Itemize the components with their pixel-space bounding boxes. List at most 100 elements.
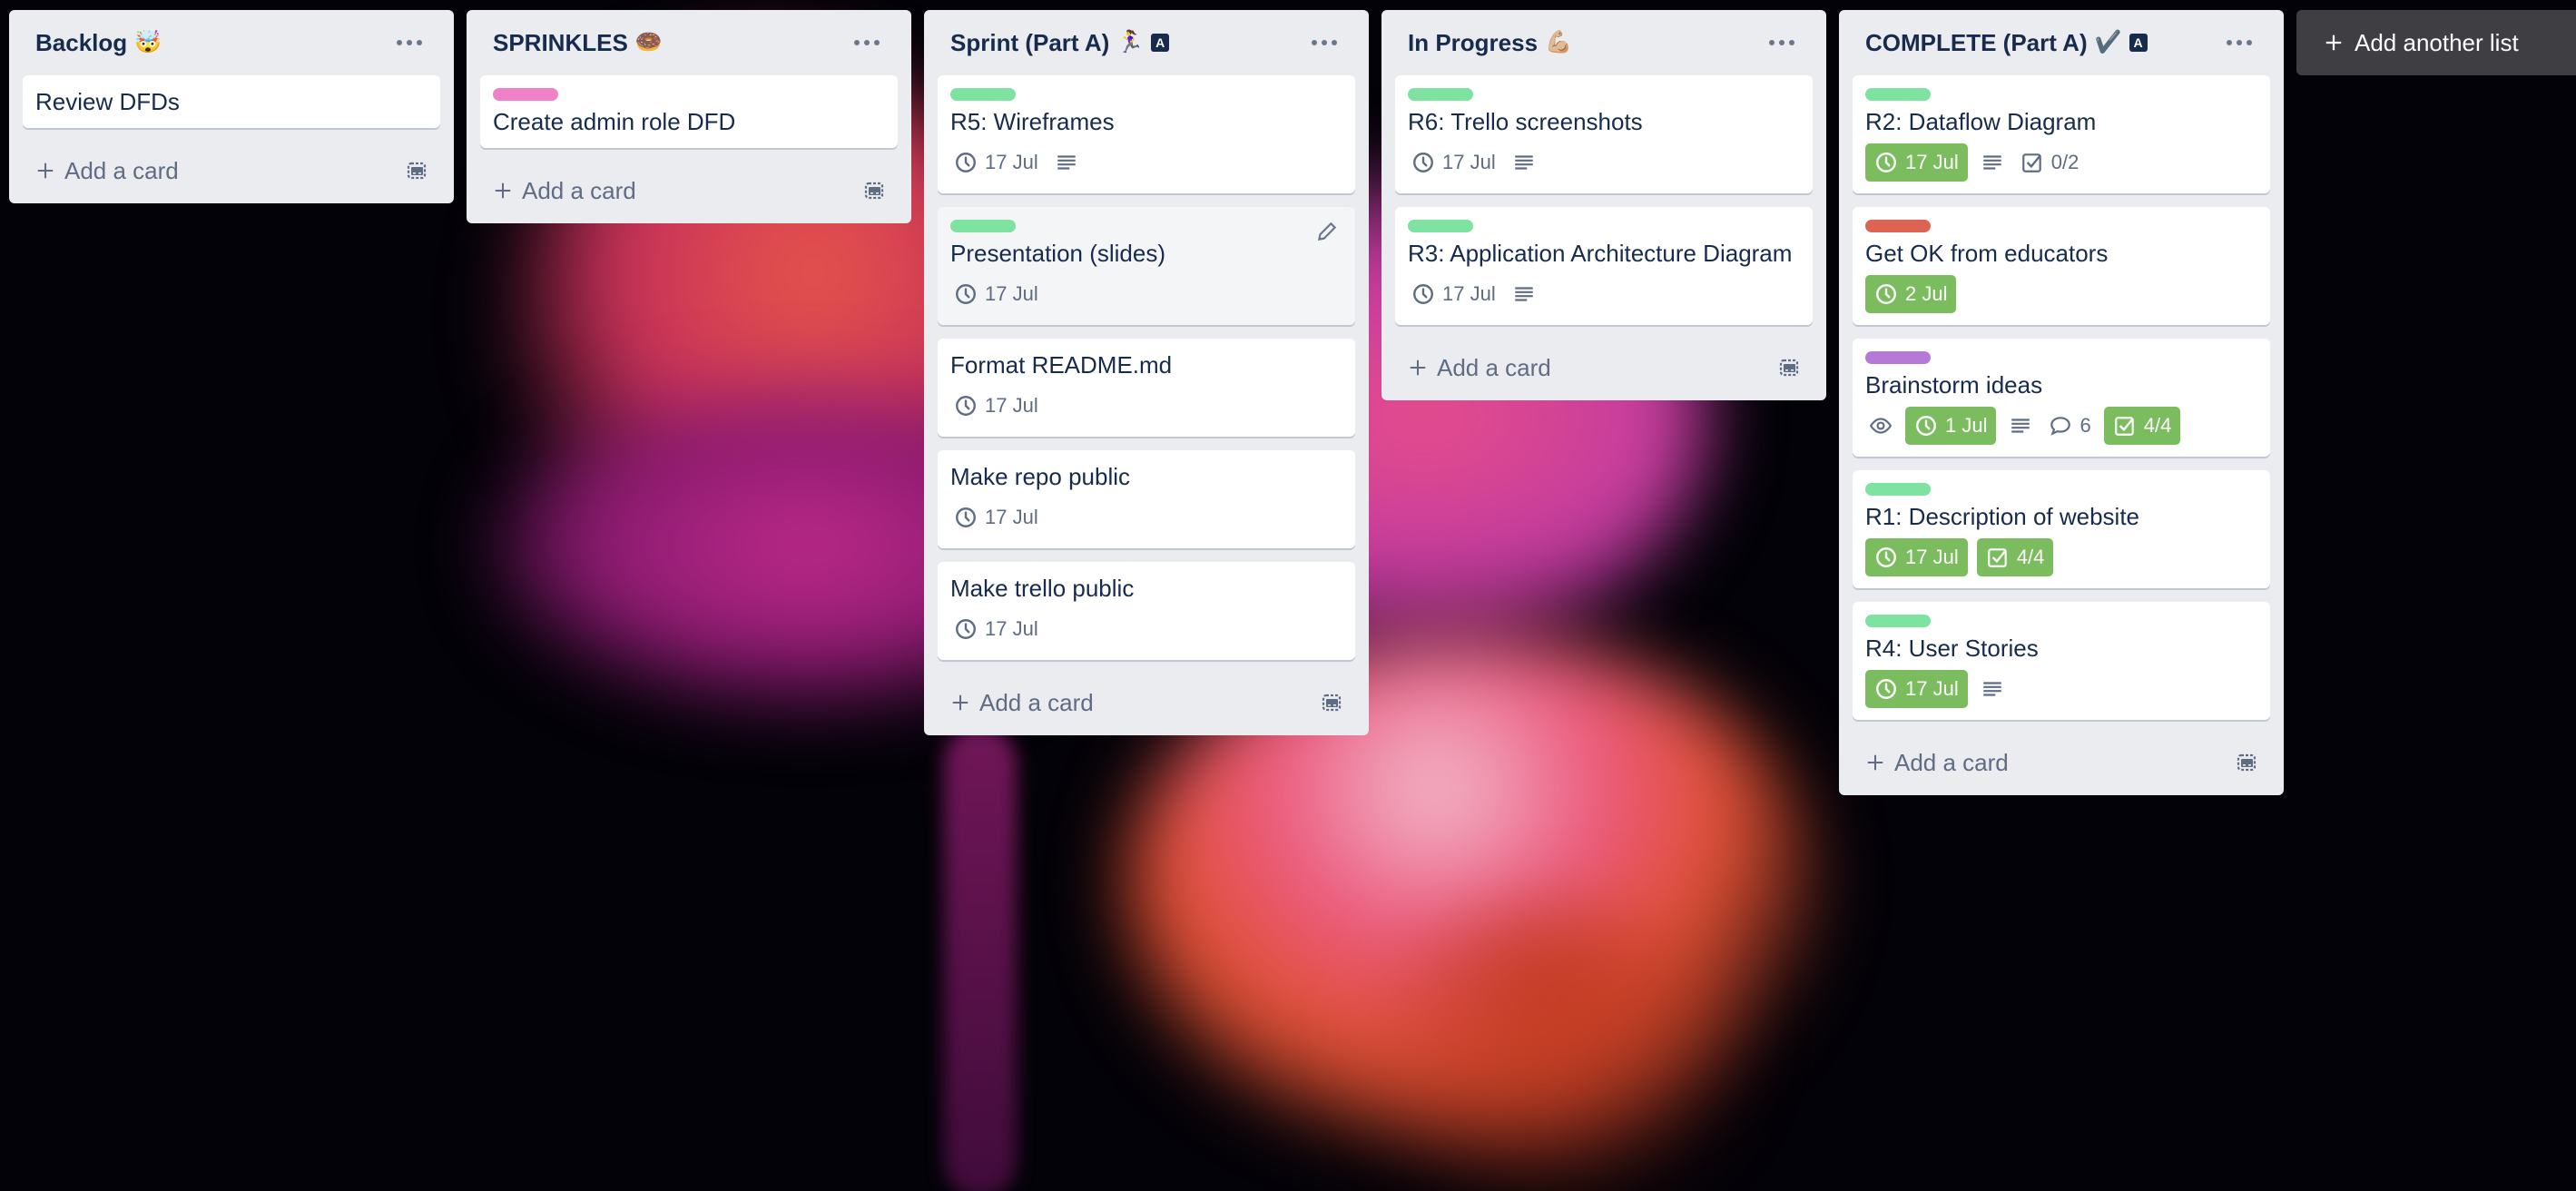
card[interactable]: Create admin role DFD [480, 75, 898, 148]
plus-icon [493, 181, 513, 201]
card-label-green[interactable] [1865, 615, 1931, 627]
create-from-template-icon[interactable] [1778, 357, 1800, 379]
plus-icon [1408, 358, 1428, 378]
list-title[interactable]: COMPLETE (Part A) ✔️ A [1865, 29, 2148, 57]
card[interactable]: R3: Application Architecture Diagram 17 J… [1395, 207, 1813, 325]
edit-pencil-icon[interactable] [1315, 220, 1339, 243]
add-card-button[interactable]: Add a card [35, 157, 179, 185]
dot-icon [417, 40, 422, 45]
card[interactable]: R2: Dataflow Diagram 17 Jul 0/2 [1853, 75, 2270, 193]
card[interactable]: Make trello public 17 Jul [938, 562, 1355, 660]
create-from-template-icon[interactable] [406, 160, 428, 182]
list-title[interactable]: In Progress 💪🏼 [1408, 29, 1572, 57]
list-menu-button[interactable] [1764, 34, 1800, 51]
card[interactable]: Make repo public 17 Jul [938, 450, 1355, 548]
list-emoji-icon: 🤯 [134, 30, 162, 54]
list-title[interactable]: SPRINKLES 🍩 [493, 29, 663, 57]
due-date-badge[interactable]: 17 Jul [950, 143, 1042, 182]
list-header[interactable]: Sprint (Part A) 🏃‍♀️ A [938, 10, 1355, 75]
list-header[interactable]: In Progress 💪🏼 [1395, 10, 1813, 75]
card-label-green[interactable] [1408, 88, 1473, 101]
comment-icon [2049, 414, 2072, 438]
list-title[interactable]: Backlog 🤯 [35, 29, 162, 57]
due-date-badge[interactable]: 2 Jul [1865, 275, 1957, 313]
watching-badge [1865, 407, 1896, 445]
card-title: Review DFDs [35, 88, 180, 115]
card-label-green[interactable] [1408, 220, 1473, 232]
card-label-red[interactable] [1865, 220, 1931, 232]
list-header[interactable]: Backlog 🤯 [23, 10, 440, 75]
card-label-pink[interactable] [493, 88, 558, 101]
card-label-green[interactable] [1865, 483, 1931, 496]
add-card-button[interactable]: Add a card [1408, 354, 1551, 382]
clock-icon [954, 394, 978, 418]
add-card-button[interactable]: Add a card [950, 689, 1094, 717]
due-date-badge[interactable]: 1 Jul [1905, 407, 1997, 445]
list-title-text: COMPLETE (Part A) [1865, 28, 2088, 56]
card[interactable]: Presentation (slides) 17 Jul [938, 207, 1355, 325]
description-icon [1981, 677, 2004, 701]
card[interactable]: Brainstorm ideas 1 Jul 6 4/4 [1853, 339, 2270, 457]
due-date-text: 17 Jul [985, 506, 1038, 528]
add-card-button[interactable]: Add a card [493, 177, 636, 205]
due-date-badge[interactable]: 17 Jul [1408, 143, 1499, 182]
card[interactable]: Review DFDs [23, 75, 440, 128]
card[interactable]: Get OK from educators 2 Jul [1853, 207, 2270, 325]
due-date-badge[interactable]: 17 Jul [1865, 538, 1968, 576]
due-date-badge[interactable]: 17 Jul [950, 610, 1042, 648]
clock-icon [1874, 677, 1898, 701]
add-card-row: Add a card [23, 138, 440, 203]
due-date-badge[interactable]: 17 Jul [1865, 143, 1968, 182]
list-title-text: SPRINKLES [493, 28, 628, 56]
checklist-badge: 0/2 [2017, 143, 2083, 182]
dot-icon [397, 40, 402, 45]
list-menu-button[interactable] [1306, 34, 1342, 51]
clock-icon [1874, 546, 1898, 569]
list-menu-button[interactable] [391, 34, 428, 51]
card[interactable]: Format README.md 17 Jul [938, 339, 1355, 437]
create-from-template-icon[interactable] [1321, 692, 1342, 714]
card-title: R4: User Stories [1865, 635, 2039, 662]
add-card-row: Add a card [1395, 335, 1813, 400]
card-badges: 17 Jul [950, 274, 1342, 314]
due-date-badge[interactable]: 17 Jul [950, 275, 1042, 313]
due-date-text: 2 Jul [1905, 282, 1948, 305]
card-badges: 17 Jul 0/2 [1865, 143, 2257, 182]
card-badges: 17 Jul [1408, 274, 1800, 314]
card[interactable]: R4: User Stories 17 Jul [1853, 602, 2270, 720]
create-from-template-icon[interactable] [863, 180, 885, 202]
card[interactable]: R6: Trello screenshots 17 Jul [1395, 75, 1813, 193]
due-date-badge[interactable]: 17 Jul [1865, 670, 1968, 708]
add-card-button[interactable]: Add a card [1865, 749, 2009, 777]
card-badges: 17 Jul [1408, 143, 1800, 182]
list-sprinkles: SPRINKLES 🍩 Create admin role DFD Add a … [467, 10, 911, 223]
add-card-label: Add a card [1894, 748, 2009, 776]
card-label-green[interactable] [950, 88, 1016, 101]
due-date-text: 17 Jul [1905, 677, 1959, 700]
card[interactable]: R5: Wireframes 17 Jul [938, 75, 1355, 193]
clock-icon [1411, 151, 1435, 174]
list-title-text: Sprint (Part A) [950, 28, 1110, 56]
card-title: Get OK from educators [1865, 240, 2109, 267]
eye-icon [1869, 414, 1893, 438]
card-label-green[interactable] [1865, 88, 1931, 101]
list-menu-button[interactable] [2221, 34, 2257, 51]
list-header[interactable]: COMPLETE (Part A) ✔️ A [1853, 10, 2270, 75]
card-label-green[interactable] [950, 220, 1016, 232]
create-from-template-icon[interactable] [2236, 752, 2257, 773]
clock-icon [954, 151, 978, 174]
clock-icon [1411, 282, 1435, 306]
clock-icon [954, 617, 978, 641]
card[interactable]: R1: Description of website 17 Jul 4/4 [1853, 470, 2270, 588]
description-badge [1977, 670, 2008, 708]
card-title: Brainstorm ideas [1865, 371, 2043, 399]
due-date-badge[interactable]: 17 Jul [1408, 275, 1499, 313]
description-badge [2005, 407, 2036, 445]
list-menu-button[interactable] [849, 34, 885, 51]
card-title: Presentation (slides) [950, 240, 1165, 267]
due-date-badge[interactable]: 17 Jul [950, 498, 1042, 536]
list-header[interactable]: SPRINKLES 🍩 [480, 10, 898, 75]
due-date-badge[interactable]: 17 Jul [950, 387, 1042, 425]
card-label-purple[interactable] [1865, 351, 1931, 364]
list-title[interactable]: Sprint (Part A) 🏃‍♀️ A [950, 28, 1170, 57]
